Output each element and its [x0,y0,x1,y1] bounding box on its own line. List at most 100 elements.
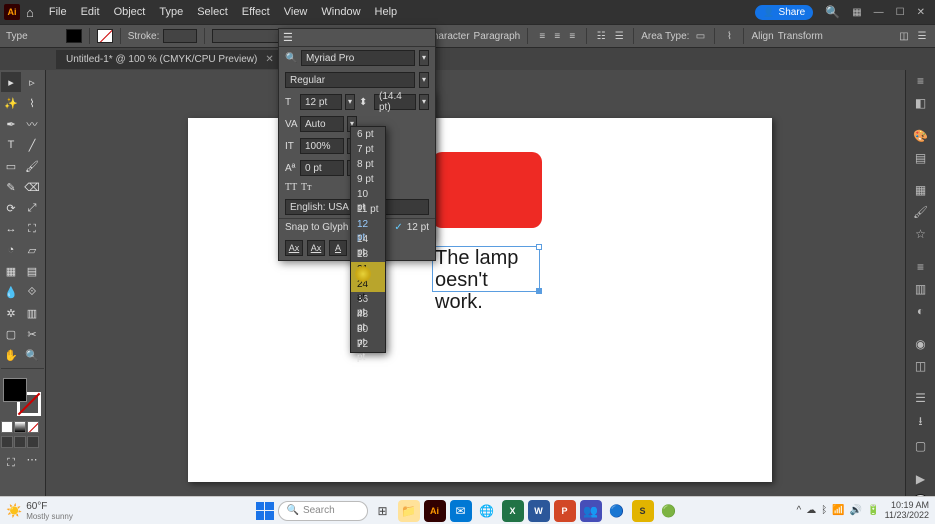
clock[interactable]: 10:19 AM 11/23/2022 [885,501,929,521]
menu-type[interactable]: Type [152,6,190,18]
size-option[interactable]: 6 pt [351,127,385,142]
system-tray[interactable]: ^ ☁ ᛒ 📶 🔊 🔋 10:19 AM 11/23/2022 [797,501,929,521]
start-button[interactable] [256,502,274,520]
scale-tool[interactable]: ⤢ [22,198,42,218]
size-option-hover[interactable]: 24 pt [351,277,385,292]
width-tool[interactable]: ↔ [1,219,21,239]
direct-selection-tool[interactable]: ▹ [22,72,42,92]
type-tool[interactable]: T [1,135,21,155]
word-icon[interactable]: W [528,500,550,522]
areatype-icon[interactable]: ▭ [693,29,707,43]
overflow-handle[interactable] [536,288,542,294]
arrange-docs-icon[interactable]: ▦ [846,7,867,18]
smallcaps-icon[interactable]: Tᴛ [301,182,313,193]
snap-baseline-btn[interactable]: Ax [285,240,303,256]
home-icon[interactable]: ⌂ [26,5,34,20]
size-option[interactable]: 11 pt [351,202,385,217]
font-style-dropdown-icon[interactable]: ▾ [419,72,429,88]
shape-builder-tool[interactable]: ◔ [1,240,21,260]
size-option[interactable]: 14 pt [351,232,385,247]
battery-icon[interactable]: 🔋 [867,505,879,516]
graphic-styles-icon[interactable]: ◫ [912,359,930,373]
size-option-selected[interactable]: 12 pt [351,217,385,232]
canvas[interactable]: The lamp oesn't work. [46,70,905,508]
font-family-field[interactable]: Myriad Pro [301,50,415,66]
wifi-icon[interactable]: 📶 [832,505,844,516]
close-tab-icon[interactable]: ✕ [265,54,273,65]
symbols-panel-icon[interactable]: ☆ [912,227,930,241]
stroke-swatch[interactable] [97,29,113,43]
fill-swatch[interactable] [66,29,82,43]
draw-normal[interactable] [1,436,13,448]
allcaps-icon[interactable]: TT [285,182,297,193]
baseline-shift-field[interactable]: 0 pt [300,160,344,176]
align-right-icon[interactable]: ≡ [565,29,579,43]
artboards-panel-icon[interactable]: ▢ [912,439,930,453]
share-button[interactable]: Share [755,5,813,20]
zoom-tool[interactable]: 🔍 [22,345,42,365]
snap-glyph-btn[interactable]: A [329,240,347,256]
swatches-panel-icon[interactable]: ▦ [912,183,930,197]
edit-toolbar[interactable]: ⋯ [22,449,42,469]
menu-select[interactable]: Select [190,6,235,18]
brushes-panel-icon[interactable]: 🖌 [912,205,930,219]
fill-stroke-indicator[interactable] [1,376,43,418]
mesh-tool[interactable]: ▦ [1,261,21,281]
libraries-panel-icon[interactable]: ◧ [912,96,930,110]
size-option[interactable]: 8 pt [351,157,385,172]
size-option[interactable]: 9 pt [351,172,385,187]
weather-widget[interactable]: ☀️ 60°F Mostly sunny [6,501,73,521]
text-frame[interactable]: The lamp oesn't work. [432,246,540,292]
paragraph-panel-link[interactable]: Paragraph [474,31,521,42]
hand-tool[interactable]: ✋ [1,345,21,365]
pen-tool[interactable]: ✒ [1,114,21,134]
file-explorer-icon[interactable]: 📁 [398,500,420,522]
gradient-tool[interactable]: ▤ [22,261,42,281]
size-option[interactable]: 60 pt [351,322,385,337]
chrome-icon[interactable]: 🌐 [476,500,498,522]
numbering-icon[interactable]: ☰ [612,29,626,43]
free-transform-tool[interactable]: ⛶ [22,219,42,239]
menu-effect[interactable]: Effect [235,6,277,18]
font-size-dropdown[interactable]: 6 pt 7 pt 8 pt 9 pt 10 pt 11 pt 12 pt 14… [350,126,386,353]
graph-tool[interactable]: ▥ [22,303,42,323]
close-button[interactable]: ✕ [911,7,931,18]
slice-tool[interactable]: ✂ [22,324,42,344]
warp-icon[interactable]: ⌇ [722,29,736,43]
color-guide-icon[interactable]: ▤ [912,151,930,165]
paintbrush-tool[interactable]: 🖌 [22,156,42,176]
rotate-tool[interactable]: ⟳ [1,198,21,218]
size-option[interactable]: 72 pt [351,337,385,352]
properties-panel-icon[interactable]: ≡ [912,74,930,88]
draw-inside[interactable] [27,436,39,448]
menu-window[interactable]: Window [314,6,367,18]
selection-tool[interactable]: ▸ [1,72,21,92]
gradient-panel-icon[interactable]: ▥ [912,282,930,296]
prefs-icon[interactable]: ☰ [915,29,929,43]
document-tab[interactable]: Untitled-1* @ 100 % (CMYK/CPU Preview) ✕ [56,50,284,69]
outlook-icon[interactable]: ✉ [450,500,472,522]
align-center-icon[interactable]: ≡ [550,29,564,43]
color-panel-icon[interactable]: 🎨 [912,129,930,143]
size-option-hover[interactable]: 21 pt [351,262,385,277]
align-panel-link[interactable]: Align [751,31,773,42]
font-family-dropdown-icon[interactable]: ▾ [419,50,429,66]
color-mode[interactable] [1,421,13,433]
font-search-icon[interactable]: 🔍 [285,53,297,64]
volume-icon[interactable]: 🔊 [850,505,862,516]
screen-mode[interactable]: ⛶ [1,453,21,473]
eraser-tool[interactable]: ⌫ [22,177,42,197]
none-mode[interactable] [27,421,39,433]
snap-xheight-btn[interactable]: Ax [307,240,325,256]
kerning-field[interactable]: Auto [300,116,344,132]
size-option[interactable]: 18 pt [351,247,385,262]
red-rectangle-shape[interactable] [432,152,542,228]
lasso-tool[interactable]: ⌇ [22,93,42,113]
powerpoint-icon[interactable]: P [554,500,576,522]
onedrive-icon[interactable]: ☁ [806,505,816,516]
maximize-button[interactable]: ☐ [890,7,911,18]
stroke-profile[interactable] [212,29,282,43]
teams-icon[interactable]: 👥 [580,500,602,522]
illustrator-taskbar-icon[interactable]: Ai [424,500,446,522]
curvature-tool[interactable]: 〰 [22,114,42,134]
